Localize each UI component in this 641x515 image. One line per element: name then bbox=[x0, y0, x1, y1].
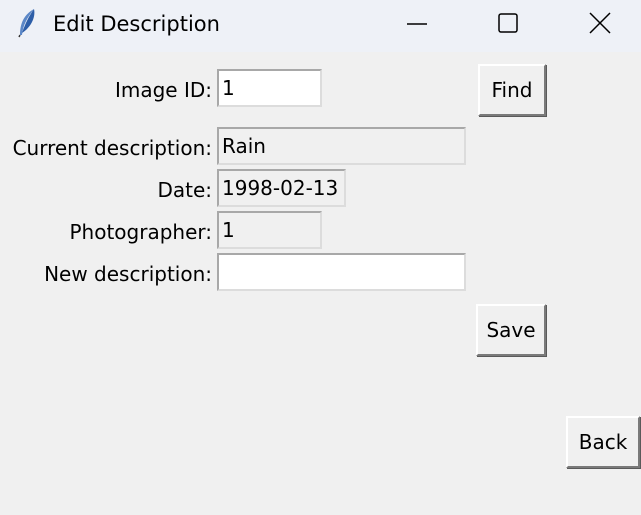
photographer-label: Photographer: bbox=[69, 220, 212, 244]
save-button[interactable]: Save bbox=[476, 304, 546, 356]
close-icon bbox=[588, 11, 612, 35]
date-field[interactable] bbox=[217, 169, 346, 207]
minimize-icon bbox=[405, 11, 429, 35]
edit-description-window: Edit Description Image ID: Find Current … bbox=[0, 0, 641, 515]
back-button[interactable]: Back bbox=[566, 416, 640, 468]
close-button[interactable] bbox=[577, 0, 623, 46]
new-description-label: New description: bbox=[44, 262, 212, 286]
image-id-label: Image ID: bbox=[114, 78, 212, 102]
new-description-input[interactable] bbox=[217, 253, 466, 291]
photographer-field[interactable] bbox=[217, 211, 322, 249]
maximize-icon bbox=[496, 11, 520, 35]
minimize-button[interactable] bbox=[394, 0, 440, 46]
image-id-input[interactable] bbox=[217, 69, 322, 107]
window-title: Edit Description bbox=[53, 12, 220, 36]
feather-icon bbox=[16, 8, 38, 38]
date-label: Date: bbox=[157, 178, 212, 202]
current-description-field[interactable] bbox=[217, 127, 466, 165]
find-button[interactable]: Find bbox=[478, 64, 546, 116]
maximize-button[interactable] bbox=[485, 0, 531, 46]
current-description-label: Current description: bbox=[12, 136, 212, 160]
title-bar[interactable]: Edit Description bbox=[0, 0, 641, 52]
